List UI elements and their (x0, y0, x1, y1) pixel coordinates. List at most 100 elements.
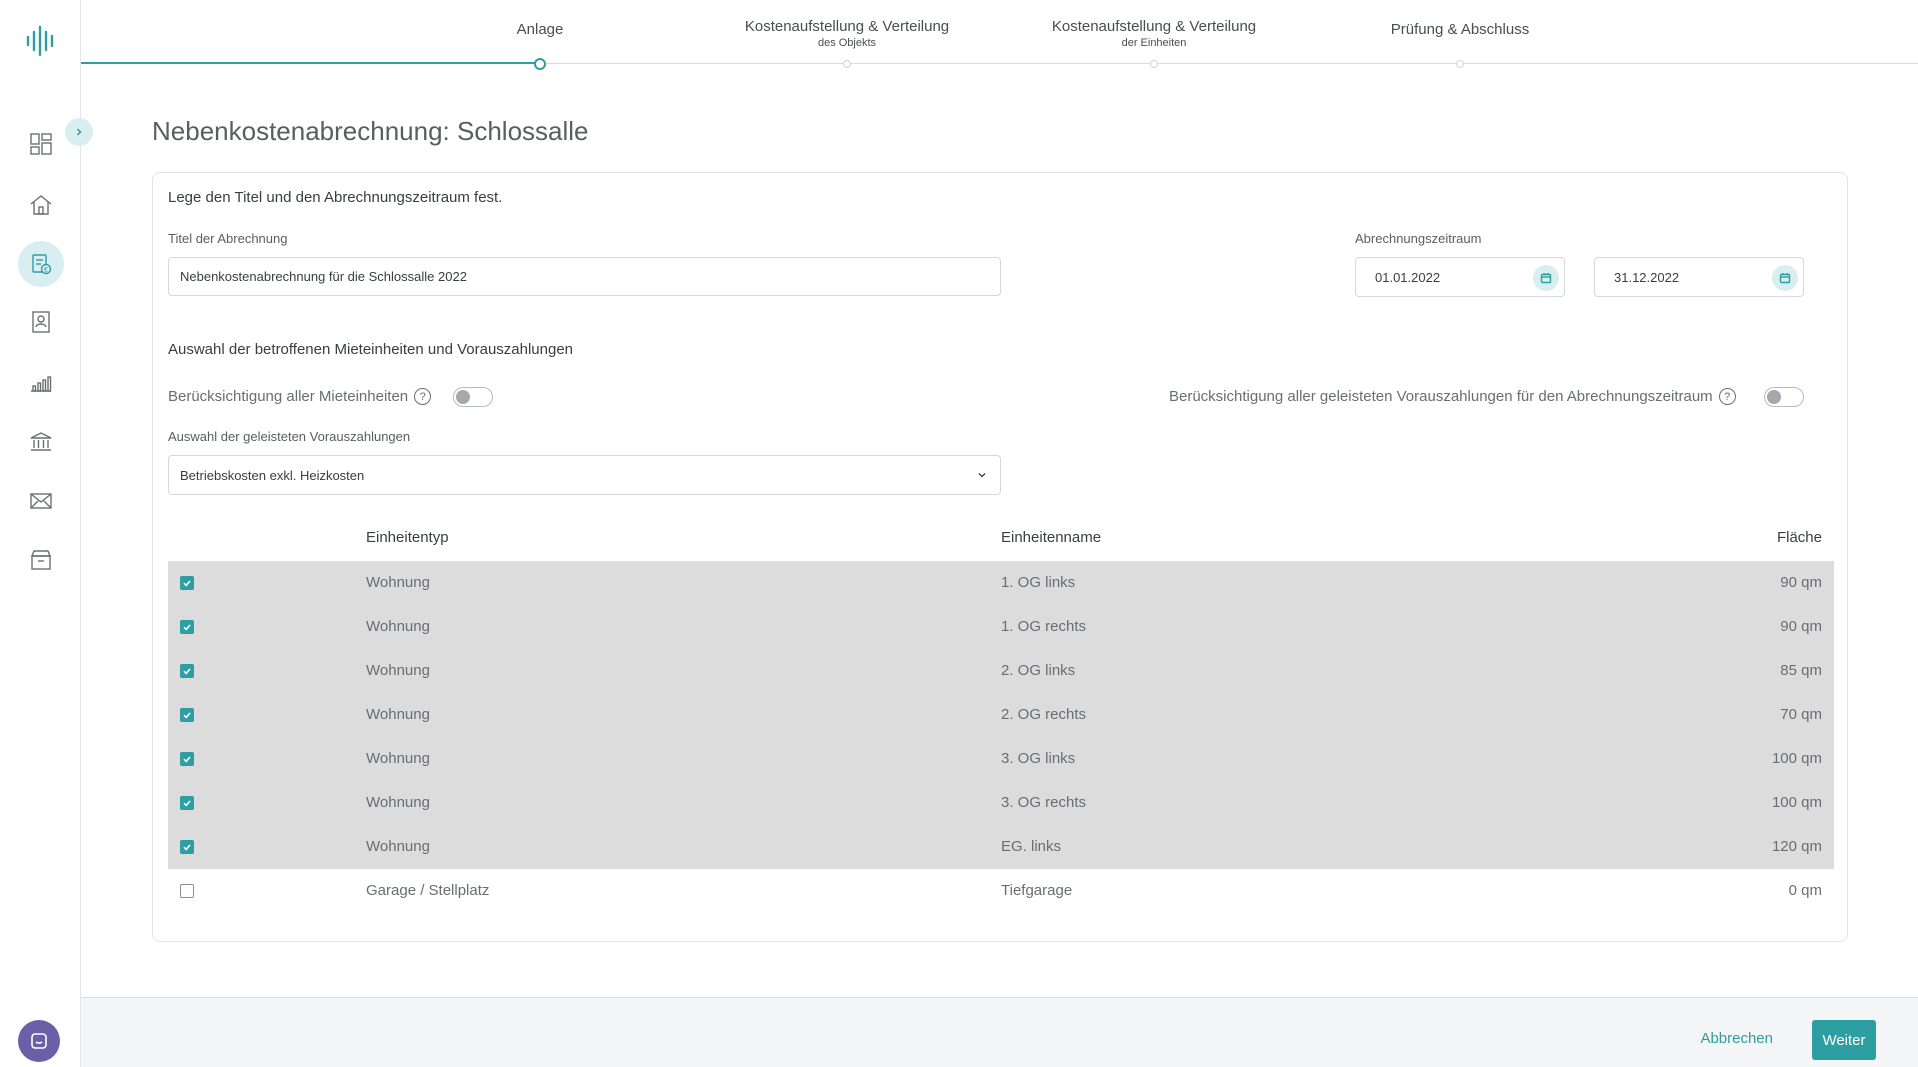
cell-einheitenname: 2. OG links (1001, 662, 1076, 679)
step-label: Kostenaufstellung & Verteilung (1051, 18, 1257, 35)
billing-icon[interactable]: € (18, 241, 64, 287)
row-checkbox[interactable] (180, 796, 194, 810)
cell-einheitentyp: Wohnung (366, 618, 430, 635)
chevron-down-icon (976, 469, 988, 484)
dashboard-icon[interactable] (18, 121, 64, 167)
toggle-units-text: Berücksichtigung aller Mieteinheiten (168, 388, 409, 405)
chart-icon[interactable] (18, 360, 64, 406)
date-to-input[interactable]: 31.12.2022 (1594, 257, 1804, 297)
step-marker (1150, 60, 1158, 68)
step-anlage[interactable]: Anlage (517, 21, 564, 38)
table-row[interactable]: Wohnung 3. OG rechts 100 qm (168, 781, 1834, 825)
table-header: Einheitentyp Einheitenname Fläche (168, 515, 1834, 561)
page-title: Nebenkostenabrechnung: Schlossalle (152, 116, 589, 146)
calendar-icon[interactable] (1533, 265, 1559, 291)
table-row[interactable]: Wohnung 1. OG rechts 90 qm (168, 605, 1834, 649)
title-input[interactable]: Nebenkostenabrechnung für die Schlossall… (168, 257, 1001, 296)
archive-icon[interactable] (18, 537, 64, 583)
table-row[interactable]: Wohnung 1. OG links 90 qm (168, 561, 1834, 605)
step-label: Prüfung & Abschluss (1390, 21, 1530, 38)
cell-einheitentyp: Wohnung (366, 662, 430, 679)
calendar-icon[interactable] (1772, 265, 1798, 291)
row-checkbox[interactable] (180, 664, 194, 678)
cell-einheitentyp: Wohnung (366, 750, 430, 767)
cell-einheitenname: 3. OG rechts (1001, 794, 1087, 811)
cell-einheitenname: 2. OG rechts (1001, 706, 1087, 723)
cell-flaeche: 100 qm (1771, 750, 1822, 767)
section-heading-title: Lege den Titel und den Abrechnungszeitra… (168, 189, 503, 206)
cell-flaeche: 85 qm (1780, 662, 1822, 679)
step-marker-active (534, 58, 546, 70)
step-marker (843, 60, 851, 68)
toggle-payments-text: Berücksichtigung aller geleisteten Vorau… (1169, 388, 1713, 405)
footer-bar: Abbrechen Weiter (81, 997, 1918, 1067)
wizard-stepper: Anlage Kostenaufstellung & Verteilung de… (81, 0, 1918, 70)
date-to-value: 31.12.2022 (1614, 269, 1680, 285)
check-icon (183, 668, 191, 675)
home-icon[interactable] (18, 182, 64, 228)
header-einheitentyp[interactable]: Einheitentyp (366, 529, 449, 546)
row-checkbox[interactable] (180, 708, 194, 722)
toggle-all-payments[interactable] (1764, 387, 1804, 407)
table-row[interactable]: Wohnung EG. links 120 qm (168, 825, 1834, 869)
toggle-units-label: Berücksichtigung aller Mieteinheiten ? (168, 388, 432, 405)
logo-icon[interactable] (24, 24, 58, 58)
step-kosten-einheiten[interactable]: Kostenaufstellung & Verteilung der Einhe… (1052, 18, 1256, 49)
help-icon[interactable]: ? (1718, 388, 1736, 405)
units-table: Einheitentyp Einheitenname Fläche Wohnun… (168, 515, 1834, 913)
row-checkbox[interactable] (180, 620, 194, 634)
sidebar-expand-button[interactable] (65, 118, 93, 146)
payments-select[interactable]: Betriebskosten exkl. Heizkosten (168, 455, 1001, 495)
step-pruefung[interactable]: Prüfung & Abschluss (1391, 21, 1529, 38)
check-icon (183, 712, 191, 719)
cancel-button[interactable]: Abbrechen (1700, 1030, 1773, 1047)
cell-einheitenname: EG. links (1001, 838, 1062, 855)
toggle-all-units[interactable] (453, 387, 493, 407)
title-field-label: Titel der Abrechnung (168, 231, 288, 246)
cell-einheitenname: Tiefgarage (1001, 882, 1073, 899)
header-einheitenname[interactable]: Einheitenname (1001, 529, 1101, 546)
toggle-knob (1767, 390, 1781, 404)
bank-icon[interactable] (18, 419, 64, 465)
cell-flaeche: 90 qm (1780, 574, 1822, 591)
stepper-progress (81, 62, 540, 64)
step-sublabel: der Einheiten (1121, 37, 1187, 49)
cell-einheitentyp: Garage / Stellplatz (366, 882, 490, 899)
date-from-input[interactable]: 01.01.2022 (1355, 257, 1565, 297)
toggle-knob (456, 390, 470, 404)
chat-icon[interactable] (18, 1020, 60, 1062)
cell-einheitenname: 1. OG rechts (1001, 618, 1087, 635)
table-row[interactable]: Wohnung 2. OG rechts 70 qm (168, 693, 1834, 737)
header-flaeche[interactable]: Fläche (1777, 529, 1822, 546)
cell-einheitenname: 1. OG links (1001, 574, 1076, 591)
mail-icon[interactable] (18, 478, 64, 524)
step-sublabel: des Objekts (817, 37, 877, 49)
table-row[interactable]: Wohnung 2. OG links 85 qm (168, 649, 1834, 693)
help-icon[interactable]: ? (414, 388, 432, 405)
row-checkbox[interactable] (180, 576, 194, 590)
next-button[interactable]: Weiter (1812, 1020, 1876, 1060)
cell-flaeche: 90 qm (1780, 618, 1822, 635)
date-from-value: 01.01.2022 (1375, 269, 1441, 285)
table-row[interactable]: Wohnung 3. OG links 100 qm (168, 737, 1834, 781)
check-icon (183, 844, 191, 851)
sidebar: € (0, 0, 81, 1067)
toggle-payments-label: Berücksichtigung aller geleisteten Vorau… (1169, 388, 1736, 405)
cell-flaeche: 120 qm (1771, 838, 1822, 855)
cell-einheitenname: 3. OG links (1001, 750, 1076, 767)
check-icon (183, 800, 191, 807)
check-icon (183, 756, 191, 763)
cell-einheitentyp: Wohnung (366, 794, 430, 811)
row-checkbox[interactable] (180, 840, 194, 854)
table-row[interactable]: Garage / Stellplatz Tiefgarage 0 qm (168, 869, 1834, 913)
cell-flaeche: 100 qm (1771, 794, 1822, 811)
step-kosten-objekt[interactable]: Kostenaufstellung & Verteilung des Objek… (745, 18, 949, 49)
cell-einheitentyp: Wohnung (366, 574, 430, 591)
cell-flaeche: 70 qm (1780, 706, 1822, 723)
period-label: Abrechnungszeitraum (1355, 231, 1482, 246)
contacts-icon[interactable] (18, 299, 64, 345)
row-checkbox[interactable] (180, 884, 194, 898)
check-icon (183, 624, 191, 631)
row-checkbox[interactable] (180, 752, 194, 766)
cell-einheitentyp: Wohnung (366, 706, 430, 723)
